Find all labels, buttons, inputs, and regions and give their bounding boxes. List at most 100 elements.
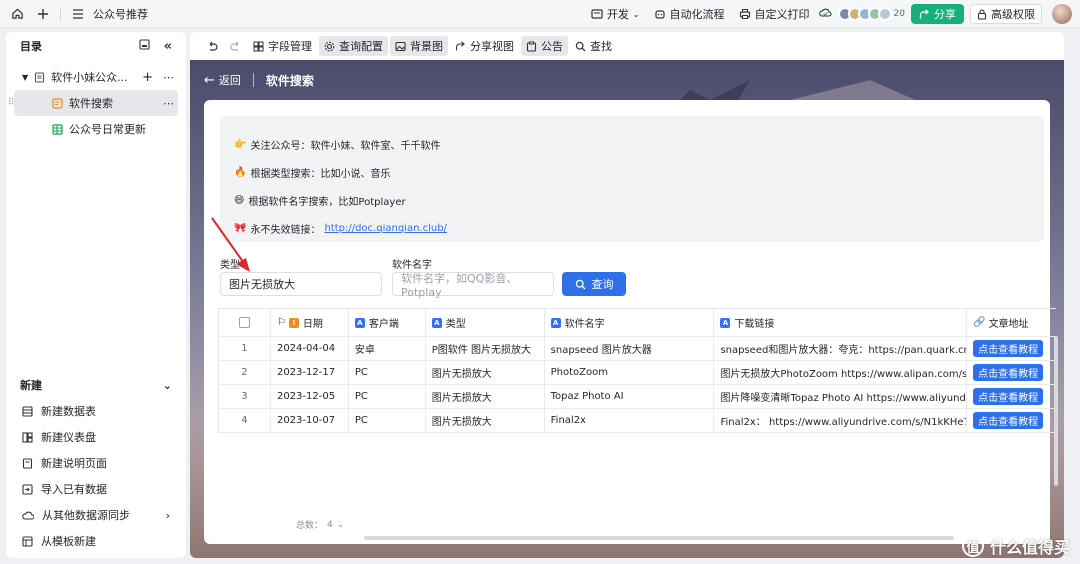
datatable-icon xyxy=(22,405,33,417)
dashboard-icon xyxy=(22,431,33,443)
new-doc-page-item[interactable]: 新建说明页面 xyxy=(6,450,186,476)
tool-label: 查询配置 xyxy=(339,40,383,53)
view-tutorial-button[interactable]: 点击查看教程 xyxy=(973,412,1044,429)
find-button[interactable]: 查找 xyxy=(570,36,617,56)
ribbon-icon: 🎀 xyxy=(234,222,247,234)
add-icon[interactable]: + xyxy=(142,70,153,85)
collaborator-avatars[interactable]: 20 xyxy=(837,7,905,21)
share-button[interactable]: 分享 xyxy=(911,4,964,24)
share-view-button[interactable]: 分享视图 xyxy=(450,36,519,56)
cell-article: 点击查看教程 xyxy=(967,337,1056,360)
permanent-link[interactable]: http://doc.qianqian.club/ xyxy=(324,223,446,234)
column-header-type[interactable]: A 类型 xyxy=(426,309,545,336)
sync-source-item[interactable]: 从其他数据源同步 › xyxy=(6,502,186,528)
column-header-article[interactable]: 🔗 文章地址 xyxy=(967,309,1056,336)
cell-client: 安卓 xyxy=(349,337,426,360)
column-header-client[interactable]: A 客户端 xyxy=(349,309,426,336)
sidebar-item-software-search[interactable]: ⠿ 软件搜索 ⋯ xyxy=(8,90,178,116)
link-icon: 🔗 xyxy=(973,317,986,328)
table-row[interactable]: 1 2024-04-04 安卓 P图软件 图片无损放大 snapseed 图片放… xyxy=(219,337,1056,361)
name-filter-input[interactable]: 软件名字，如QQ影音、Potplay xyxy=(392,272,554,299)
sidebar: 目录 « ▼ 软件小妹公众... + ⋯ ⠿ 软件搜索 ⋯ 公众号日常更新 新建… xyxy=(6,32,186,558)
horizontal-scrollbar[interactable] xyxy=(364,536,954,540)
new-item-label: 导入已有数据 xyxy=(41,483,107,496)
watermark: 值 什么值得买 xyxy=(961,534,1070,558)
view-tutorial-button[interactable]: 点击查看教程 xyxy=(973,340,1044,357)
background-image-button[interactable]: 背景图 xyxy=(390,36,448,56)
cell-client: PC xyxy=(349,361,426,384)
home-icon[interactable] xyxy=(8,5,26,23)
sidebar-layout-icon[interactable] xyxy=(139,39,150,53)
chevron-down-icon[interactable]: ⌄ xyxy=(337,520,345,530)
record-count: 总数： 4 ⌄ xyxy=(296,519,345,532)
back-button[interactable]: ← 返回 xyxy=(204,72,241,88)
robot-icon xyxy=(654,10,665,19)
table-icon xyxy=(52,123,63,135)
cell-date: 2024-04-04 xyxy=(271,337,349,360)
query-button[interactable]: 查询 xyxy=(562,272,626,296)
collapse-sidebar-icon[interactable]: « xyxy=(164,39,172,54)
import-icon xyxy=(22,483,33,495)
top-bar: 公众号推荐 开发 ⌄ 自动化流程 自定义打印 20 分享 高级权限 xyxy=(0,0,1080,28)
date-field-icon: ! xyxy=(288,317,299,328)
new-datatable-item[interactable]: 新建数据表 xyxy=(6,398,186,424)
caret-down-icon: ▼ xyxy=(22,72,29,82)
announcement-button[interactable]: 公告 xyxy=(521,36,568,56)
tool-label: 分享视图 xyxy=(470,40,514,53)
more-icon[interactable]: ⋯ xyxy=(163,71,174,84)
undo-button[interactable] xyxy=(202,39,223,54)
chevron-down-icon[interactable]: ⌄ xyxy=(163,379,172,392)
avatar xyxy=(877,7,892,21)
drag-handle-icon[interactable]: ⠿ xyxy=(8,98,15,108)
automation-label: 自动化流程 xyxy=(669,8,725,21)
menu-icon[interactable] xyxy=(69,5,87,23)
cloud-icon xyxy=(22,511,34,520)
type-filter-input[interactable]: 图片无损放大 xyxy=(220,272,382,296)
notice-line: 🎀 永不失效链接： http://doc.qianqian.club/ xyxy=(234,222,447,236)
cell-client: PC xyxy=(349,385,426,408)
query-config-button[interactable]: 查询配置 xyxy=(319,36,388,56)
sidebar-item-root[interactable]: ▼ 软件小妹公众... + ⋯ xyxy=(6,64,186,90)
text-field-icon: A xyxy=(720,317,731,328)
field-manage-button[interactable]: 字段管理 xyxy=(248,36,317,56)
document-title[interactable]: 公众号推荐 xyxy=(93,6,148,22)
table-row[interactable]: 3 2023-12-05 PC 图片无损放大 Topaz Photo AI 图片… xyxy=(219,385,1056,409)
cell-type: 图片无损放大 xyxy=(426,361,545,384)
table-row[interactable]: 4 2023-10-07 PC 图片无损放大 Final2x Final2x： … xyxy=(219,409,1056,433)
view-toolbar: 字段管理 查询配置 背景图 分享视图 公告 查找 xyxy=(190,32,1064,60)
redo-button[interactable] xyxy=(225,39,246,54)
import-data-item[interactable]: 导入已有数据 xyxy=(6,476,186,502)
clipboard-icon xyxy=(526,41,537,52)
chevron-right-icon: › xyxy=(165,508,170,522)
select-all-checkbox[interactable] xyxy=(238,317,250,328)
new-section-header[interactable]: 新建 ⌄ xyxy=(6,372,186,398)
dev-menu[interactable]: 开发 ⌄ xyxy=(584,0,647,28)
smile-icon: 😄 xyxy=(234,194,245,206)
new-item-label: 新建说明页面 xyxy=(41,457,107,470)
table-row[interactable]: 2 2023-12-17 PC 图片无损放大 PhotoZoom 图片无损放大P… xyxy=(219,361,1056,385)
image-icon xyxy=(395,41,406,51)
share-icon xyxy=(919,8,929,18)
column-header-link[interactable]: A 下载链接 xyxy=(714,309,968,336)
gear-icon xyxy=(324,41,335,51)
vertical-scrollbar[interactable] xyxy=(1054,336,1058,486)
dev-icon xyxy=(591,9,603,19)
more-icon[interactable]: ⋯ xyxy=(163,97,174,110)
cloud-sync-icon xyxy=(818,7,832,22)
new-section: 新建 ⌄ 新建数据表 新建仪表盘 新建说明页面 导入已有数据 从其他数据源同步 … xyxy=(6,372,186,554)
cell-type: 图片无损放大 xyxy=(426,409,545,432)
announcement-box: 👉 关注公众号：软件小妹、软件室、千千软件 🔥 根据类型搜索：比如小说、音乐 😄… xyxy=(220,116,1044,242)
view-tutorial-button[interactable]: 点击查看教程 xyxy=(973,388,1044,405)
sidebar-item-daily-updates[interactable]: 公众号日常更新 xyxy=(6,116,186,142)
select-all-cell xyxy=(219,309,271,336)
user-avatar[interactable] xyxy=(1052,4,1072,24)
custom-print-button[interactable]: 自定义打印 xyxy=(732,0,817,28)
new-dashboard-item[interactable]: 新建仪表盘 xyxy=(6,424,186,450)
column-header-date[interactable]: ⚐ ! 日期 xyxy=(271,309,349,336)
from-template-item[interactable]: 从模板新建 xyxy=(6,528,186,554)
advanced-permission-button[interactable]: 高级权限 xyxy=(970,4,1042,24)
column-header-name[interactable]: A 软件名字 xyxy=(545,309,715,336)
automation-button[interactable]: 自动化流程 xyxy=(647,0,732,28)
view-tutorial-button[interactable]: 点击查看教程 xyxy=(973,364,1044,381)
plus-icon[interactable] xyxy=(34,5,52,23)
